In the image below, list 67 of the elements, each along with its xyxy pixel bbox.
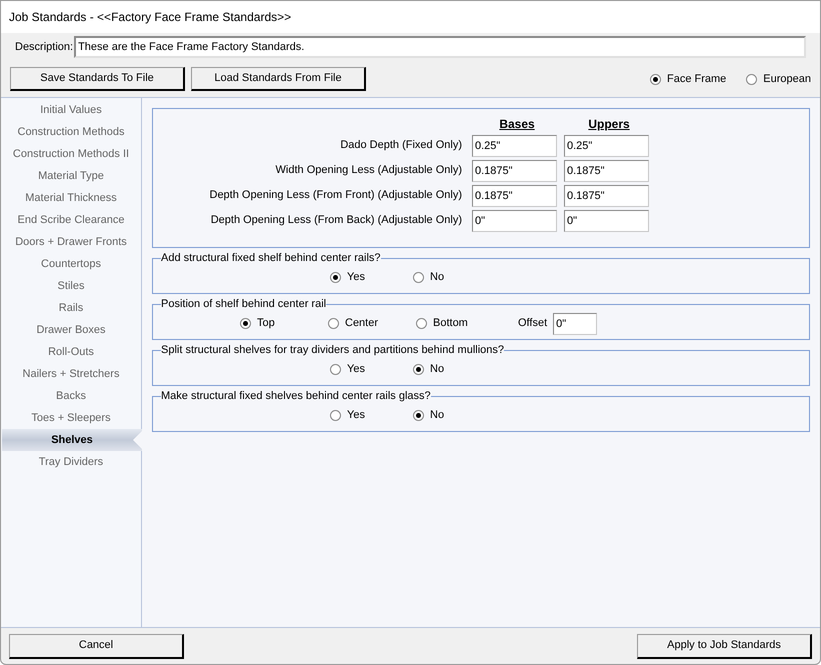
pointer-icon xyxy=(133,431,142,449)
radio-label: Center xyxy=(345,316,378,332)
text-field[interactable]: 0.1875" xyxy=(564,184,649,206)
action-button[interactable]: Apply to Job Standards xyxy=(637,634,812,658)
text-field[interactable]: 0.1875" xyxy=(564,160,649,182)
sidebar-item[interactable]: Nailers + Stretchers xyxy=(1,363,141,385)
sidebar-item[interactable]: End Scribe Clearance xyxy=(1,209,141,231)
action-button[interactable]: Load Standards From File xyxy=(191,67,366,91)
radio-button[interactable] xyxy=(240,318,251,329)
sidebar-item[interactable]: Toes + Sleepers xyxy=(1,407,141,429)
group-title: Split structural shelves for tray dividers and partitions behind mullions? xyxy=(161,343,504,358)
radio-label: Yes xyxy=(347,270,365,286)
text-field[interactable]: 0.1875" xyxy=(472,160,557,182)
column-heading: Bases xyxy=(499,116,535,133)
radio-label: Top xyxy=(257,316,275,332)
field-label: Dado Depth (Fixed Only) xyxy=(339,138,462,154)
action-button[interactable]: Cancel xyxy=(9,634,184,658)
radio-label: Face Frame xyxy=(666,72,726,87)
field-label: Width Opening Less (Adjustable Only) xyxy=(274,163,462,178)
radio-button[interactable] xyxy=(413,272,424,283)
group-title: Position of shelf behind center rail xyxy=(161,297,326,312)
radio-button[interactable] xyxy=(746,74,758,84)
field-label: Depth Opening Less (From Back) (Adjustable Only) xyxy=(210,213,462,228)
radio-label: No xyxy=(430,362,444,378)
radio-label: Bottom xyxy=(433,316,468,332)
text-field[interactable]: 0" xyxy=(553,312,598,334)
sidebar-item[interactable]: Construction Methods xyxy=(1,121,141,143)
text-field[interactable]: 0" xyxy=(564,210,649,232)
radio-button[interactable] xyxy=(413,364,424,375)
radio-button[interactable] xyxy=(650,74,661,84)
text-field[interactable]: 0.25" xyxy=(472,134,557,156)
text-field[interactable]: 0" xyxy=(472,210,557,232)
sidebar-item[interactable]: Material Type xyxy=(1,165,141,187)
sidebar-item[interactable]: Roll-Outs xyxy=(1,341,141,363)
radio-button[interactable] xyxy=(330,364,341,375)
group-title: Make structural fixed shelves behind center rails glass? xyxy=(161,389,431,404)
window-title: Job Standards - <<Factory Face Frame Standards>> xyxy=(9,9,292,26)
text-field[interactable]: 0.1875" xyxy=(472,184,557,206)
sidebar-item[interactable]: Drawer Boxes xyxy=(1,319,141,341)
sidebar-item[interactable]: Rails xyxy=(1,297,141,319)
text-field[interactable]: These are the Face Frame Factory Standards. xyxy=(74,36,806,58)
radio-button[interactable] xyxy=(330,410,341,421)
sidebar-item[interactable]: Construction Methods II xyxy=(1,143,141,165)
sidebar-item[interactable]: Tray Dividers xyxy=(1,451,141,473)
sidebar-item[interactable]: Doors + Drawer Fronts xyxy=(1,231,141,253)
action-button[interactable]: Save Standards To File xyxy=(10,67,185,91)
radio-button[interactable] xyxy=(416,318,427,329)
sidebar-item[interactable]: Stiles xyxy=(1,275,141,297)
radio-label: No xyxy=(430,408,444,424)
sidebar-item[interactable]: Countertops xyxy=(1,253,141,275)
sidebar-item[interactable]: Backs xyxy=(1,385,141,407)
group-title: Add structural fixed shelf behind center rails? xyxy=(161,251,381,266)
radio-label: European xyxy=(763,72,811,87)
column-heading: Uppers xyxy=(588,116,630,133)
offset-label: Offset xyxy=(518,316,548,332)
radio-button[interactable] xyxy=(330,272,341,283)
sidebar-item[interactable]: Shelves xyxy=(2,429,142,451)
radio-label: Yes xyxy=(347,408,365,424)
sidebar-item[interactable]: Material Thickness xyxy=(1,187,141,209)
field-label: Depth Opening Less (From Front) (Adjustable Only) xyxy=(208,188,462,204)
radio-button[interactable] xyxy=(328,318,339,329)
text-field[interactable]: 0.25" xyxy=(564,134,649,156)
radio-button[interactable] xyxy=(413,410,424,421)
radio-label: No xyxy=(430,270,444,286)
radio-label: Yes xyxy=(347,362,365,378)
description-label: Description: xyxy=(15,40,74,55)
sidebar-item[interactable]: Initial Values xyxy=(1,99,141,121)
